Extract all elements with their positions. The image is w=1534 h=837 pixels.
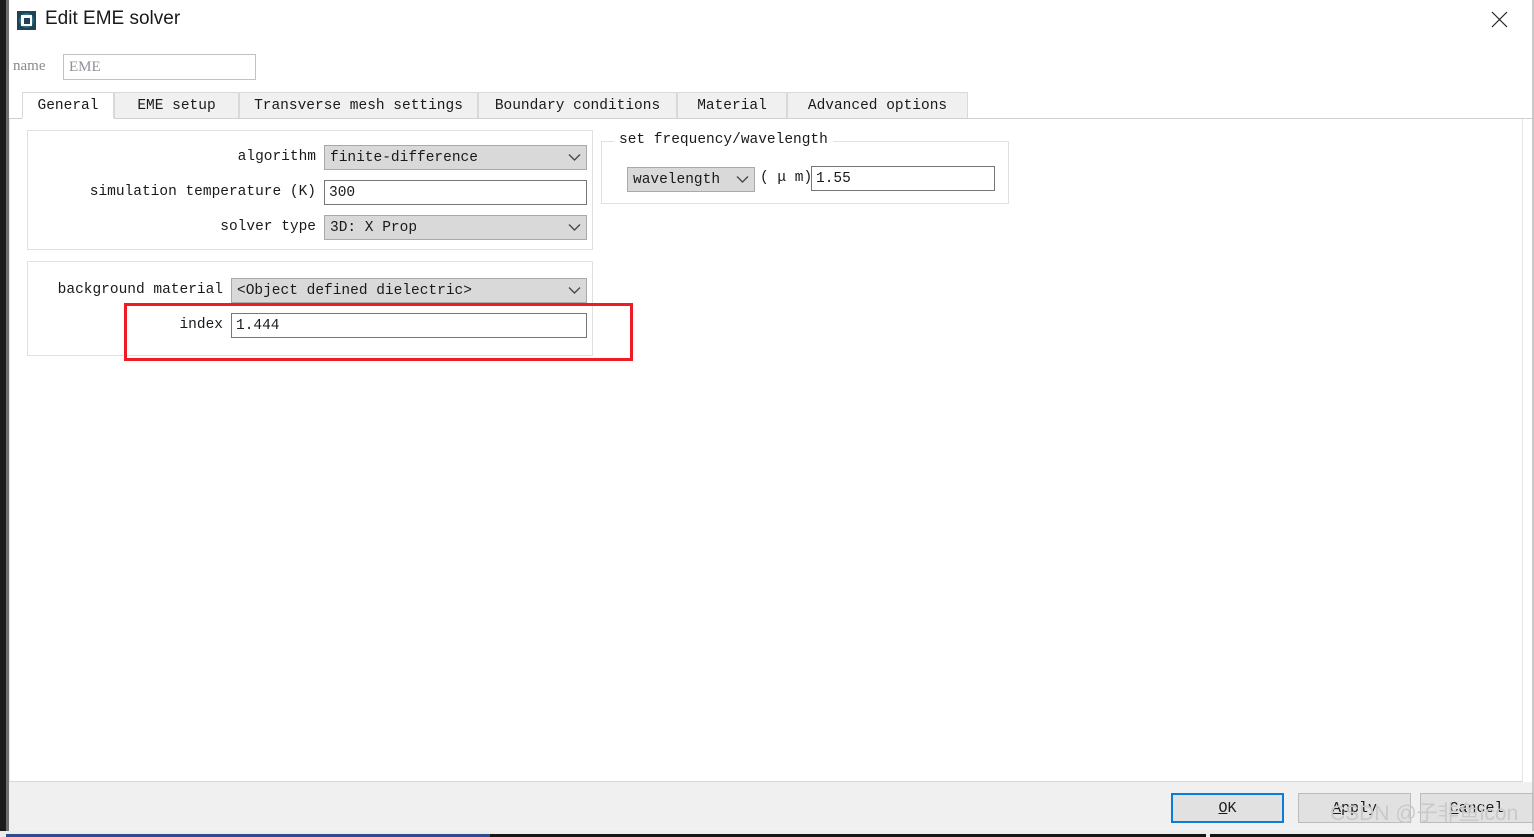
- index-input[interactable]: [231, 313, 587, 338]
- edit-eme-solver-dialog: Edit EME solver name General EME setup Tra…: [0, 0, 1534, 837]
- frequency-wavelength-group: set frequency/wavelength wavelength ( μ …: [601, 132, 1009, 204]
- solver-type-value: 3D: X Prop: [330, 219, 418, 236]
- taskbar-strip: [0, 831, 1534, 837]
- tab-label: Boundary conditions: [494, 97, 661, 114]
- name-input[interactable]: [63, 54, 256, 80]
- solver-settings-group: algorithm finite-difference simulation t…: [27, 130, 593, 250]
- frequency-mode-value: wavelength: [633, 171, 721, 188]
- tab-general[interactable]: General: [22, 92, 114, 119]
- cancel-button-label: ancel: [1458, 799, 1504, 817]
- frequency-mode-dropdown[interactable]: wavelength: [627, 167, 755, 192]
- window-title: Edit EME solver: [45, 8, 181, 29]
- tab-label: Material: [697, 97, 767, 114]
- tab-advanced-options[interactable]: Advanced options: [787, 92, 968, 119]
- background-material-dropdown[interactable]: <Object defined dielectric>: [231, 278, 587, 303]
- dialog-footer: OK Apply Cancel: [9, 782, 1533, 831]
- close-icon[interactable]: [1476, 0, 1522, 38]
- tab-boundary-conditions[interactable]: Boundary conditions: [478, 92, 677, 119]
- tab-transverse-mesh-settings[interactable]: Transverse mesh settings: [239, 92, 478, 119]
- apply-button-label: pply: [1341, 799, 1378, 817]
- tab-label: General: [37, 97, 99, 114]
- cancel-button-mnemonic: C: [1449, 799, 1459, 817]
- tab-content-general: algorithm finite-difference simulation t…: [9, 119, 1523, 782]
- wavelength-unit-label: ( μ m): [760, 170, 813, 186]
- simulation-temperature-label: simulation temperature (K): [89, 184, 316, 200]
- tab-eme-setup[interactable]: EME setup: [114, 92, 239, 119]
- ok-button-label: K: [1227, 799, 1237, 817]
- tab-strip: General EME setup Transverse mesh settings…: [9, 92, 1532, 119]
- solver-type-dropdown[interactable]: 3D: X Prop: [324, 215, 587, 240]
- name-row: name: [9, 40, 1532, 90]
- apply-button[interactable]: Apply: [1298, 793, 1411, 823]
- background-material-group: background material <Object defined diel…: [27, 261, 593, 356]
- frequency-wavelength-legend: set frequency/wavelength: [614, 132, 833, 148]
- lumerical-app-icon: [17, 11, 36, 30]
- solver-type-label: solver type: [220, 219, 316, 235]
- wavelength-value-input[interactable]: [811, 166, 995, 191]
- background-material-label: background material: [57, 282, 223, 298]
- index-label: index: [179, 317, 223, 333]
- apply-button-mnemonic: A: [1331, 799, 1341, 817]
- background-material-value: <Object defined dielectric>: [237, 282, 472, 299]
- chevron-down-icon: [730, 175, 754, 184]
- chevron-down-icon: [562, 286, 586, 295]
- ok-button[interactable]: OK: [1171, 793, 1284, 823]
- chevron-down-icon: [562, 223, 586, 232]
- tab-label: EME setup: [137, 97, 216, 114]
- simulation-temperature-input[interactable]: [324, 180, 587, 205]
- algorithm-value: finite-difference: [330, 149, 478, 166]
- chevron-down-icon: [562, 153, 586, 162]
- tab-label: Advanced options: [807, 97, 948, 114]
- algorithm-dropdown[interactable]: finite-difference: [324, 145, 587, 170]
- name-label: name: [13, 58, 46, 74]
- title-bar: Edit EME solver: [9, 0, 1532, 40]
- tab-label: Transverse mesh settings: [254, 97, 463, 114]
- algorithm-label: algorithm: [237, 149, 316, 165]
- cancel-button[interactable]: Cancel: [1420, 793, 1533, 823]
- tab-material[interactable]: Material: [677, 92, 787, 119]
- ok-button-mnemonic: O: [1218, 799, 1228, 817]
